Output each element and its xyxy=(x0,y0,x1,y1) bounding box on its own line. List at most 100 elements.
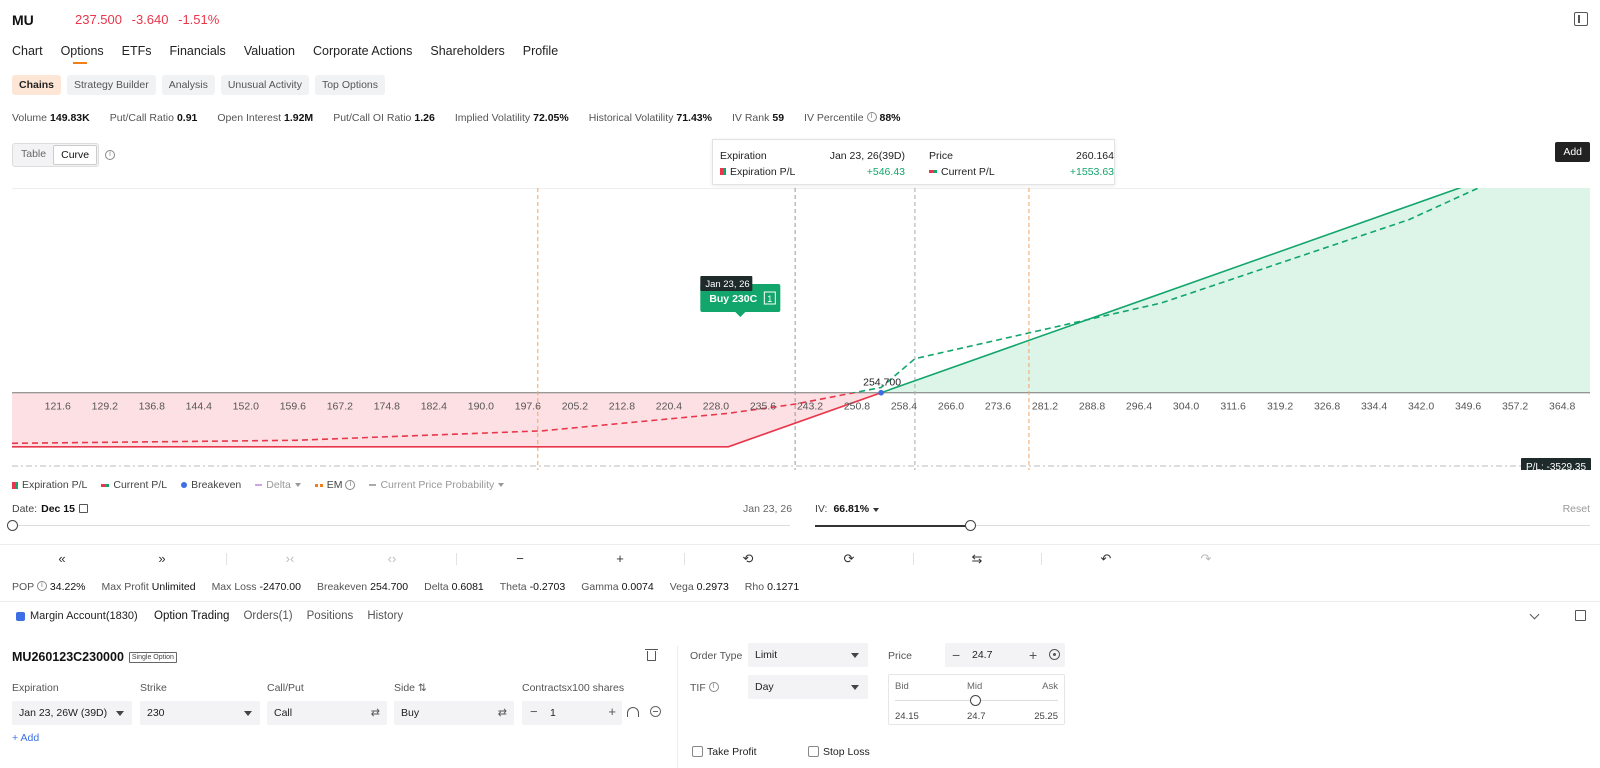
decrement-button[interactable]: − xyxy=(530,704,538,719)
legend-expiration-pl[interactable]: Expiration P/L xyxy=(12,479,87,491)
order-type-select[interactable]: Limit xyxy=(748,643,868,667)
stat-put-call-oi-ratio: Put/Call OI Ratio 1.26 xyxy=(333,112,435,124)
time-forward-icon[interactable]: ⟳ xyxy=(839,551,859,567)
contracts-input[interactable]: 1 xyxy=(550,707,556,719)
expand-range-icon[interactable]: ‹› xyxy=(382,551,402,566)
divider xyxy=(913,553,914,565)
subtab-unusual-activity[interactable]: Unusual Activity xyxy=(220,75,309,95)
undo-icon[interactable]: ↶ xyxy=(1096,551,1116,567)
info-icon[interactable] xyxy=(105,149,115,160)
take-profit-checkbox[interactable] xyxy=(692,746,703,757)
expiration-select[interactable]: Jan 23, 26W (39D) xyxy=(12,701,132,725)
greek-breakeven: Breakeven 254.700 xyxy=(316,581,409,593)
contract-code: MU260123C230000 Single Option xyxy=(12,650,177,664)
shrink-range-icon[interactable]: ›‹ xyxy=(280,551,300,566)
toggle-table[interactable]: Table xyxy=(14,145,53,165)
trash-icon[interactable] xyxy=(645,649,658,661)
breakeven-label: 254.700 xyxy=(863,377,901,389)
divider xyxy=(684,553,685,565)
contracts-stepper[interactable]: − 1 + xyxy=(522,701,622,725)
subtab-strategy-builder[interactable]: Strategy Builder xyxy=(67,75,156,95)
bid-ask-thumb[interactable] xyxy=(970,695,981,706)
toggle-curve[interactable]: Curve xyxy=(53,145,98,165)
subtab-analysis[interactable]: Analysis xyxy=(161,75,215,95)
increment-button[interactable]: + xyxy=(1029,647,1037,663)
tab-options[interactable]: Options xyxy=(61,44,104,64)
x-tick-label: 144.4 xyxy=(186,401,212,413)
info-icon[interactable] xyxy=(866,111,877,122)
tab-valuation[interactable]: Valuation xyxy=(244,44,295,64)
x-tick-label: 357.2 xyxy=(1502,401,1528,413)
swap-icon[interactable]: ⇆ xyxy=(967,551,987,567)
iv-slider-thumb[interactable] xyxy=(965,520,976,531)
decrement-button[interactable]: − xyxy=(952,647,960,663)
pl-chart[interactable]: 121.6 129.2 136.8 144.4 152.0 159.6 167.2 174.8… xyxy=(0,188,1600,470)
tab-orders[interactable]: Orders(1) xyxy=(243,610,292,622)
price-label: Price xyxy=(888,650,912,662)
iv-label[interactable]: IV: 66.81% xyxy=(815,503,880,515)
info-icon[interactable] xyxy=(36,580,47,591)
call-put-toggle[interactable]: Call ⇄ xyxy=(267,701,387,725)
tab-history[interactable]: History xyxy=(367,610,403,622)
zoom-in-icon[interactable]: + xyxy=(610,551,630,566)
legend-current-pl[interactable]: Current P/L xyxy=(101,479,167,491)
date-slider-thumb[interactable] xyxy=(7,520,18,531)
breakeven-point xyxy=(878,389,884,396)
stop-loss-checkbox[interactable] xyxy=(808,746,819,757)
main-tabs: Chart Options ETFs Financials Valuation … xyxy=(12,44,576,64)
tooltip-price-label: Price xyxy=(929,150,953,162)
price-input[interactable]: 24.7 xyxy=(972,649,992,661)
chevron-down-icon[interactable] xyxy=(1529,609,1540,620)
x-tick-label: 349.6 xyxy=(1455,401,1481,413)
fast-forward-icon[interactable]: » xyxy=(152,551,172,566)
date-slider-track[interactable] xyxy=(12,525,790,526)
bid-ask-slider[interactable]: Bid Mid Ask 24.15 24.7 25.25 xyxy=(888,674,1065,725)
side-toggle[interactable]: Buy ⇄ xyxy=(394,701,514,725)
x-tick-label: 311.6 xyxy=(1220,401,1246,413)
rewind-icon[interactable]: « xyxy=(52,551,72,566)
popout-icon[interactable] xyxy=(1575,610,1586,621)
redo-icon[interactable]: ↷ xyxy=(1196,551,1216,567)
subtab-chains[interactable]: Chains xyxy=(12,75,62,95)
tab-financials[interactable]: Financials xyxy=(170,44,226,64)
expiration-legend-icon xyxy=(720,168,726,175)
account-icon xyxy=(16,611,25,621)
reset-button[interactable]: Reset xyxy=(1563,503,1590,515)
legend-delta[interactable]: Delta xyxy=(255,479,301,491)
add-leg-link[interactable]: + Add xyxy=(12,732,39,744)
info-icon[interactable] xyxy=(345,479,356,490)
increment-button[interactable]: + xyxy=(608,704,616,719)
tif-select[interactable]: Day xyxy=(748,675,868,699)
divider xyxy=(226,553,227,565)
legend-current-price-probability[interactable]: Current Price Probability xyxy=(369,479,505,491)
tab-profile[interactable]: Profile xyxy=(523,44,558,64)
tab-option-trading[interactable]: Option Trading xyxy=(154,610,229,622)
position-qty: 1 xyxy=(767,294,772,304)
tab-chart[interactable]: Chart xyxy=(12,44,43,64)
legend-breakeven[interactable]: Breakeven xyxy=(181,479,241,491)
tab-corporate-actions[interactable]: Corporate Actions xyxy=(313,44,412,64)
price-stepper[interactable]: − 24.7 + xyxy=(945,643,1065,667)
gauge-icon[interactable] xyxy=(627,707,639,717)
tab-etfs[interactable]: ETFs xyxy=(122,44,152,64)
account-selector[interactable]: Margin Account(1830) xyxy=(16,610,138,622)
x-tick-label: 334.4 xyxy=(1361,401,1387,413)
remove-leg-icon[interactable] xyxy=(650,706,661,717)
tab-positions[interactable]: Positions xyxy=(307,610,354,622)
history-icon[interactable]: ⟲ xyxy=(738,551,758,567)
caret-down-icon xyxy=(294,483,301,487)
view-toggle: Table Curve xyxy=(12,143,100,167)
tab-shareholders[interactable]: Shareholders xyxy=(430,44,504,64)
calendar-icon[interactable] xyxy=(78,504,88,513)
legend-em[interactable]: EM xyxy=(314,479,356,491)
call-put-label: Call/Put xyxy=(267,682,304,694)
caret-down-icon xyxy=(244,711,252,716)
add-button[interactable]: Add xyxy=(1555,142,1590,162)
info-icon[interactable] xyxy=(708,681,719,692)
crosshair-icon[interactable] xyxy=(1049,649,1060,660)
strike-select[interactable]: 230 xyxy=(140,701,260,725)
position-marker-pointer xyxy=(735,312,746,317)
subtab-top-options[interactable]: Top Options xyxy=(314,75,386,95)
collapse-panel-icon[interactable] xyxy=(1574,12,1588,26)
zoom-out-icon[interactable]: − xyxy=(510,551,530,566)
